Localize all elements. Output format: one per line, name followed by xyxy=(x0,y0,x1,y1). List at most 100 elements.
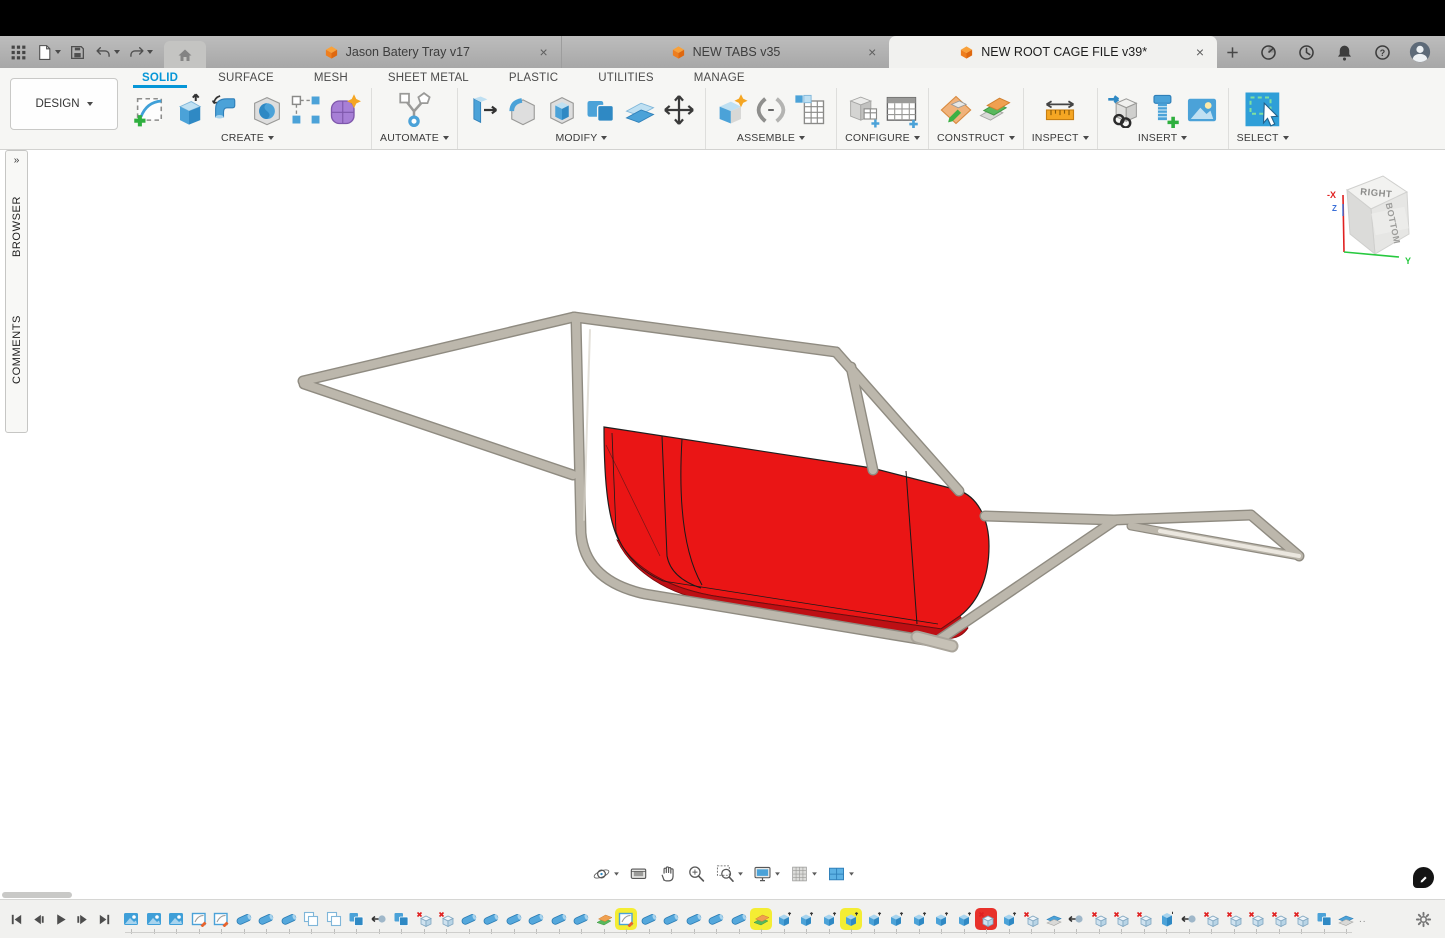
timeline-feature-pipe-28[interactable] xyxy=(731,911,747,927)
timeline-feature-extrude-35[interactable] xyxy=(888,911,904,927)
chevron-down-icon[interactable] xyxy=(738,872,743,875)
file-new-button[interactable] xyxy=(31,39,57,65)
timeline-feature-combine-54[interactable] xyxy=(1316,911,1332,927)
timeline-feature-pipe-25[interactable] xyxy=(663,911,679,927)
timeline-feature-move-12[interactable] xyxy=(371,911,387,927)
sidebar-tab-browser[interactable]: BROWSER xyxy=(11,196,23,257)
save-button[interactable] xyxy=(64,39,90,65)
undo-button[interactable] xyxy=(90,39,116,65)
step-back-button[interactable] xyxy=(31,912,46,927)
orbit-button[interactable] xyxy=(589,862,621,886)
measure-button[interactable] xyxy=(1042,92,1078,128)
offset-face-button[interactable] xyxy=(622,92,658,128)
timeline-feature-pipe-8[interactable] xyxy=(281,911,297,927)
app-grid-button[interactable] xyxy=(5,39,31,65)
timeline-feature-split-42[interactable] xyxy=(1046,911,1062,927)
chevron-down-icon[interactable] xyxy=(114,50,120,54)
timeline-feature-delete-51[interactable] xyxy=(1248,911,1264,927)
insert-derive-button[interactable] xyxy=(1106,92,1142,128)
timeline-feature-sketch-23[interactable] xyxy=(618,911,634,927)
timeline-feature-image-2[interactable] xyxy=(146,911,162,927)
timeline-feature-pipe-6[interactable] xyxy=(236,911,252,927)
sidebar-tab-comments[interactable]: COMMENTS xyxy=(11,315,23,384)
timeline-feature-delete-46[interactable] xyxy=(1136,911,1152,927)
timeline-feature-image-3[interactable] xyxy=(168,911,184,927)
expand-panel-button[interactable]: » xyxy=(14,151,20,168)
timeline-feature-move-43[interactable] xyxy=(1068,911,1084,927)
home-view-button[interactable] xyxy=(164,41,206,68)
timeline-feature-copy-10[interactable] xyxy=(326,911,342,927)
ribbon-group-label[interactable]: SELECT xyxy=(1237,131,1289,149)
timeline-feature-delete-14[interactable] xyxy=(416,911,432,927)
timeline-feature-copy-9[interactable] xyxy=(303,911,319,927)
display-settings-button[interactable] xyxy=(750,862,782,886)
revolve-button[interactable] xyxy=(210,92,246,128)
joint-button[interactable] xyxy=(753,92,789,128)
timeline-feature-extrude-38[interactable] xyxy=(956,911,972,927)
pan-button[interactable] xyxy=(655,862,679,886)
config-table-button[interactable] xyxy=(884,92,920,128)
ribbon-tab-utilities[interactable]: UTILITIES xyxy=(578,68,673,88)
ribbon-tab-plastic[interactable]: PLASTIC xyxy=(489,68,578,88)
ribbon-group-label[interactable]: AUTOMATE xyxy=(380,131,449,149)
timeline-feature-split-55[interactable] xyxy=(1338,911,1354,927)
timeline-feature-extrude-32[interactable] xyxy=(821,911,837,927)
bom-button[interactable] xyxy=(792,92,828,128)
timeline-feature-delete-49[interactable] xyxy=(1203,911,1219,927)
timeline-feature-pipe-18[interactable] xyxy=(506,911,522,927)
fillet-button[interactable] xyxy=(505,92,541,128)
timeline-feature-delete-53[interactable] xyxy=(1293,911,1309,927)
close-tab-button[interactable]: × xyxy=(868,45,876,59)
midplane-button[interactable] xyxy=(977,92,1013,128)
hole-button[interactable] xyxy=(249,92,285,128)
timeline-feature-sketch-4[interactable] xyxy=(191,911,207,927)
timeline-feature-pipe-20[interactable] xyxy=(551,911,567,927)
timeline-feature-delete-15[interactable] xyxy=(438,911,454,927)
step-forward-button[interactable] xyxy=(75,912,90,927)
timeline-feature-delete-45[interactable] xyxy=(1113,911,1129,927)
timeline-feature-sketch-5[interactable] xyxy=(213,911,229,927)
timeline-feature-pipe-27[interactable] xyxy=(708,911,724,927)
insert-canvas-button[interactable] xyxy=(1184,92,1220,128)
document-tab-1[interactable]: Jason Batery Tray v17× xyxy=(233,36,561,68)
document-tab-2[interactable]: NEW TABS v35× xyxy=(561,36,890,68)
ribbon-tab-manage[interactable]: MANAGE xyxy=(674,68,765,88)
document-tab-3[interactable]: NEW ROOT CAGE FILE v39*× xyxy=(889,36,1217,68)
press-pull-button[interactable] xyxy=(466,92,502,128)
ribbon-group-label[interactable]: INSERT xyxy=(1138,131,1188,149)
timeline-feature-pipe-24[interactable] xyxy=(641,911,657,927)
help-button[interactable]: ? xyxy=(1369,39,1395,65)
timeline-feature-extrude-30[interactable] xyxy=(776,911,792,927)
create-sketch-button[interactable] xyxy=(132,92,168,128)
timeline-feature-extrude-34[interactable] xyxy=(866,911,882,927)
ribbon-group-label[interactable]: CONFIGURE xyxy=(845,131,920,149)
timeline-feature-plane-29[interactable] xyxy=(753,911,769,927)
form-button[interactable] xyxy=(327,92,363,128)
timeline-feature-pipe-17[interactable] xyxy=(483,911,499,927)
timeline-feature-combine-11[interactable] xyxy=(348,911,364,927)
chevron-down-icon[interactable] xyxy=(614,872,619,875)
timeline-feature-delete-52[interactable] xyxy=(1271,911,1287,927)
ribbon-tab-solid[interactable]: SOLID xyxy=(122,68,198,88)
job-status-button[interactable] xyxy=(1293,39,1319,65)
ribbon-group-label[interactable]: CREATE xyxy=(221,131,274,149)
viewports-button[interactable] xyxy=(824,862,856,886)
timeline-feature-delete-39[interactable] xyxy=(978,911,994,927)
zoom-button[interactable] xyxy=(684,862,708,886)
workspace-selector[interactable]: DESIGN xyxy=(10,78,118,130)
timeline-scrollbar[interactable] xyxy=(2,892,72,898)
chevron-down-icon[interactable] xyxy=(55,50,61,54)
timeline-feature-move-48[interactable] xyxy=(1181,911,1197,927)
timeline-feature-delete-41[interactable] xyxy=(1023,911,1039,927)
ribbon-group-label[interactable]: ASSEMBLE xyxy=(737,131,805,149)
ribbon-tab-sheet-metal[interactable]: SHEET METAL xyxy=(368,68,489,88)
new-document-tab-button[interactable] xyxy=(1217,36,1247,68)
extrude-button[interactable] xyxy=(171,92,207,128)
construct-plane-button[interactable] xyxy=(938,92,974,128)
timeline-feature-image-1[interactable] xyxy=(123,911,139,927)
automate-button[interactable] xyxy=(394,90,434,130)
timeline-feature-plane-22[interactable] xyxy=(596,911,612,927)
ribbon-tab-mesh[interactable]: MESH xyxy=(294,68,368,88)
timeline-feature-extrude-37[interactable] xyxy=(933,911,949,927)
go-to-start-button[interactable] xyxy=(9,912,24,927)
